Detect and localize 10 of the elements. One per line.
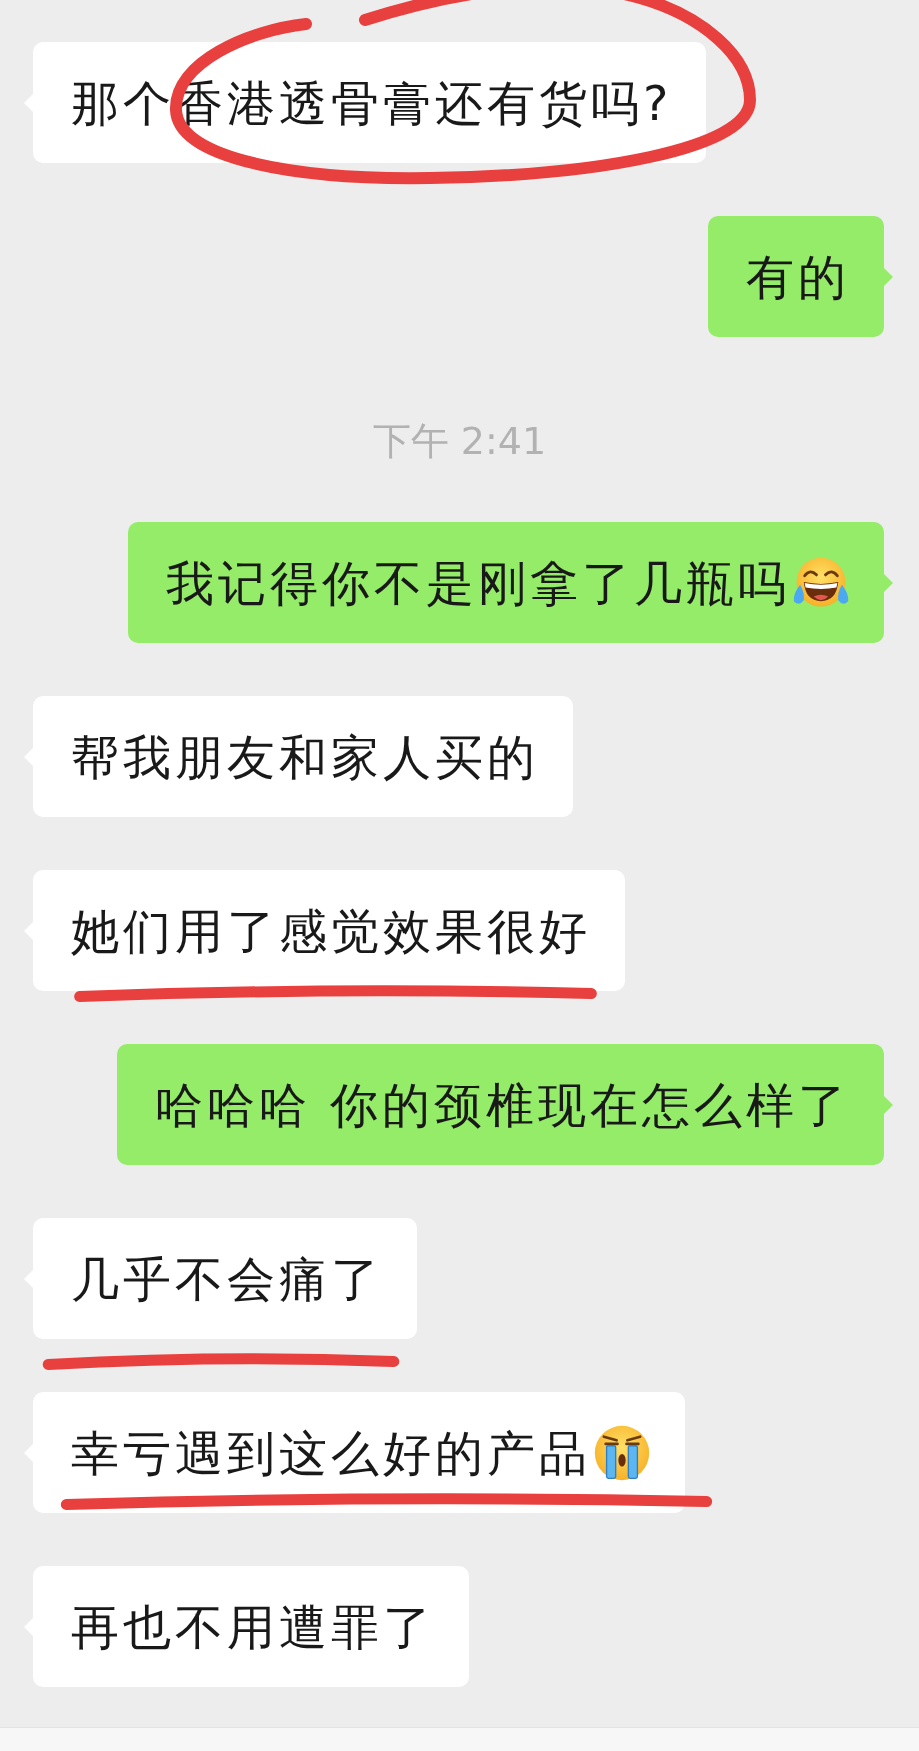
message-text: 有的 — [746, 248, 850, 305]
message-text: 帮我朋友和家人买的 — [71, 728, 539, 785]
message-text: 她们用了感觉效果很好 — [71, 902, 591, 959]
message-text: 幸亏遇到这么好的产品 — [71, 1424, 591, 1481]
crying-face-icon — [593, 1423, 651, 1482]
message-text: 我记得你不是刚拿了几瓶吗 — [166, 554, 790, 611]
message-text: 哈哈哈 你的颈椎现在怎么样了 — [154, 1076, 850, 1133]
message-text: 再也不用遭罪了 — [71, 1598, 435, 1655]
message-text: 几乎不会痛了 — [71, 1250, 383, 1307]
timestamp: 下午 2:41 — [372, 420, 547, 462]
